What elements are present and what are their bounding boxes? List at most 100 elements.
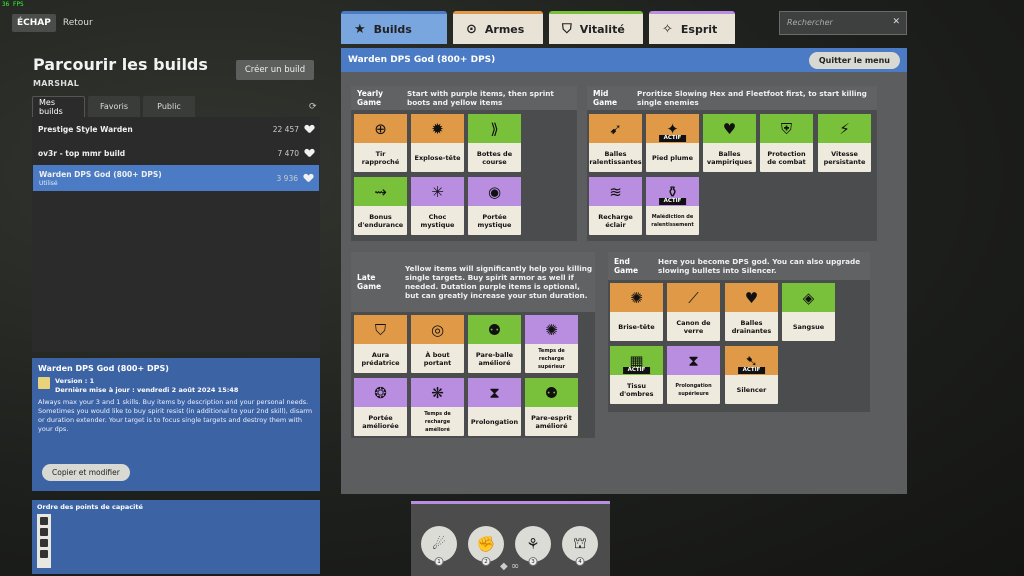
tab-my-builds[interactable]: Mes builds [32, 96, 85, 117]
item-label: Balles vampiriques [706, 149, 753, 166]
ability-number: 1 [434, 557, 444, 566]
item-card[interactable]: ⧗ Prolongation [468, 378, 521, 436]
item-card[interactable]: ⚉ Pare-esprit amélioré [525, 378, 578, 436]
detail-meta-lines: Version : 1 Dernière mise à jour : vendr… [55, 377, 238, 395]
section-name: Mid Game [593, 89, 618, 107]
copy-and-edit-button[interactable]: Copier et modifier [42, 464, 130, 481]
ability-slot-4[interactable]: ⛫ 4 [562, 526, 598, 566]
item-card[interactable]: ✦ ACTIF Pied plume [646, 114, 699, 172]
item-card[interactable]: ⊕ Tir rapproché [354, 114, 407, 172]
item-label: Tir rapproché [361, 149, 400, 166]
item-label: Malédiction de ralentissement [651, 213, 694, 228]
item-icon-area: ⧗ [468, 378, 521, 407]
item-card[interactable]: ❋ Temps de recharge amélioré [411, 378, 464, 436]
item-label: Temps de recharge amélioré [424, 410, 451, 433]
item-label: Temps de recharge supérieur [537, 347, 566, 370]
build-favorites-count: 7 470 [277, 148, 299, 158]
item-icon: ❂ [374, 383, 387, 402]
item-card[interactable]: ♥ Balles vampiriques [703, 114, 756, 172]
item-icon-area: ♥ [725, 283, 778, 312]
item-card[interactable]: ⚱ ACTIF Malédiction de ralentissement [646, 177, 699, 235]
item-card[interactable]: ✳ Choc mystique [411, 177, 464, 235]
item-card[interactable]: ⚡ Vitesse persistante [818, 114, 871, 172]
item-card[interactable]: ♥ Balles drainantes [725, 283, 778, 341]
item-card[interactable]: ✹ Explose-tête [411, 114, 464, 172]
item-icon-area: ✺ [525, 315, 578, 344]
item-icon: ◉ [487, 182, 502, 201]
item-label: Sangsue [792, 322, 825, 331]
ability-order-strip [37, 514, 51, 568]
item-card[interactable]: ⚉ Pare-balle amélioré [468, 315, 521, 373]
ability-number: 4 [575, 557, 585, 566]
item-icon-area: ➹ [589, 114, 642, 143]
item-icon: ❋ [431, 383, 444, 402]
item-card[interactable]: ⧗ Prolongation supérieure [667, 346, 720, 404]
detail-description: Always max your 3 and 1 skills. Buy item… [38, 398, 313, 433]
item-card[interactable]: ⟋ Canon de verre [667, 283, 720, 341]
active-badge: ACTIF [658, 198, 687, 205]
item-label: À bout portant [423, 350, 452, 367]
ability-number: 3 [528, 557, 538, 566]
ability-slot-2[interactable]: ✊ 2 [468, 526, 504, 566]
heart-icon[interactable] [305, 149, 314, 157]
item-card[interactable]: ◎ À bout portant [411, 315, 464, 373]
ability-order-panel: Ordre des points de capacité [32, 500, 320, 574]
tab-public[interactable]: Public [143, 96, 195, 117]
build-tabs: Mes builds Favoris Public [32, 96, 195, 117]
item-label: Bonus d'endurance [357, 212, 404, 229]
item-card[interactable]: ⇝ Bonus d'endurance [354, 177, 407, 235]
section-name: Yearly Game [357, 89, 384, 107]
ability-slot-3[interactable]: ⚘ 3 [515, 526, 551, 566]
search-input[interactable]: Rechercher ✕ [779, 11, 907, 35]
item-card[interactable]: ⛨ Protection de combat [760, 114, 813, 172]
item-card[interactable]: ✺ Temps de recharge supérieur [525, 315, 578, 373]
section-name: End Game [614, 257, 639, 275]
item-card[interactable]: ✺ Brise-tête [610, 283, 663, 341]
item-label: Portée améliorée [362, 413, 399, 430]
build-row[interactable]: Prestige Style Warden 22 457 [32, 117, 320, 141]
tab-vitalité[interactable]: ⛉ Vitalité [549, 11, 643, 44]
section-description: Start with purple items, then sprint boo… [407, 89, 554, 107]
item-icon-area: ⚡ [818, 114, 871, 143]
item-card[interactable]: ➷ ACTIF Silencer [725, 346, 778, 404]
clear-search-icon[interactable]: ✕ [892, 17, 900, 27]
item-icon-area: ✦ ACTIF [646, 114, 699, 143]
item-icon-area: ◎ [411, 315, 464, 344]
build-row-selected[interactable]: Warden DPS God (800+ DPS) Utilisé 3 936 [33, 165, 319, 191]
item-card[interactable]: ❂ Portée améliorée [354, 378, 407, 436]
item-card[interactable]: ⛉ Aura prédatrice [354, 315, 407, 373]
item-icon: ♥ [744, 288, 759, 307]
refresh-icon[interactable]: ⟳ [309, 102, 317, 112]
build-row[interactable]: ov3r - top mmr build 7 470 [32, 141, 320, 165]
heart-icon[interactable] [305, 125, 314, 133]
section-header: End Game Here you become DPS god. You can… [608, 252, 870, 280]
escape-button[interactable]: ÉCHAP [12, 14, 56, 32]
heart-icon[interactable] [304, 174, 313, 182]
item-card[interactable]: ≋ Recharge éclair [589, 177, 642, 235]
back-link[interactable]: Retour [63, 18, 93, 28]
tab-label: Esprit [680, 22, 718, 36]
item-label: Canon de verre [676, 318, 711, 335]
shield-icon: ⛉ [562, 21, 572, 37]
ability-slot-1[interactable]: ☄ 1 [421, 526, 457, 566]
item-card[interactable]: ⟫ Bottes de course [468, 114, 521, 172]
item-icon-area: ⚱ ACTIF [646, 177, 699, 206]
item-card[interactable]: ◉ Portée mystique [468, 177, 521, 235]
section-description: Yellow items will significantly help you… [405, 264, 593, 300]
quit-menu-button[interactable]: Quitter le menu [808, 51, 900, 69]
create-build-button[interactable]: Créer un build [236, 60, 314, 80]
tab-favorites[interactable]: Favoris [88, 96, 140, 117]
item-card[interactable]: ➹ Balles ralentissantes [589, 114, 642, 172]
item-icon-area: ⛉ [354, 315, 407, 344]
item-label: Protection de combat [767, 149, 806, 166]
build-favorites-count: 3 936 [276, 173, 298, 183]
detail-title: Warden DPS God (800+ DPS) [38, 364, 169, 373]
build-used-label: Utilisé [39, 180, 58, 187]
category-tabs: ★ Builds ⊙ Armes ⛉ Vitalité ✧ Esprit [341, 11, 735, 44]
item-card[interactable]: ◈ Sangsue [782, 283, 835, 341]
tab-builds[interactable]: ★ Builds [341, 11, 447, 44]
item-card[interactable]: ▦ ACTIF Tissu d'ombres [610, 346, 663, 404]
tab-esprit[interactable]: ✧ Esprit [649, 11, 735, 44]
item-icon-area: ❂ [354, 378, 407, 407]
tab-armes[interactable]: ⊙ Armes [453, 11, 543, 44]
